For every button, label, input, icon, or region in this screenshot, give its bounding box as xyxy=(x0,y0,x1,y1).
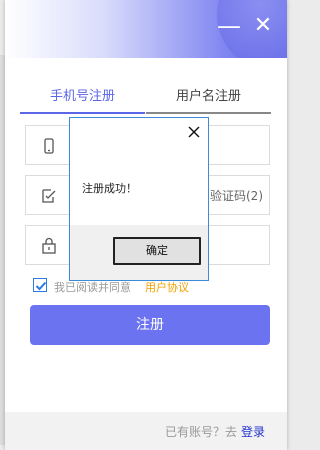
tab-username-register[interactable]: 用户名注册 xyxy=(146,84,271,114)
agree-text: 我已阅读并同意 xyxy=(54,281,131,294)
footer: 已有账号？去 登录 xyxy=(5,412,287,450)
ok-button[interactable]: 确定 xyxy=(113,237,201,265)
close-button[interactable]: ✕ xyxy=(251,14,275,38)
dialog-message: 注册成功！ xyxy=(82,182,137,195)
title-bar: — ✕ xyxy=(5,0,287,58)
edit-check-icon xyxy=(42,189,56,203)
register-tabs: 手机号注册 用户名注册 xyxy=(20,84,271,114)
login-link[interactable]: 登录 xyxy=(241,423,265,440)
success-dialog: 注册成功！ 确定 xyxy=(69,117,209,281)
checkmark-icon xyxy=(35,281,47,291)
phone-icon xyxy=(44,138,54,154)
minimize-button[interactable]: — xyxy=(217,14,241,38)
dialog-close-icon[interactable] xyxy=(186,124,202,140)
dialog-button-area: 确定 xyxy=(70,225,208,280)
agree-checkbox[interactable] xyxy=(33,278,47,292)
lock-icon xyxy=(42,237,56,254)
register-button[interactable]: 注册 xyxy=(30,305,270,345)
tab-phone-register[interactable]: 手机号注册 xyxy=(20,84,145,114)
user-agreement-link[interactable]: 用户协议 xyxy=(145,279,189,295)
has-account-text: 已有账号？去 xyxy=(164,425,237,439)
get-code-button[interactable]: 验证码(2) xyxy=(210,187,263,204)
